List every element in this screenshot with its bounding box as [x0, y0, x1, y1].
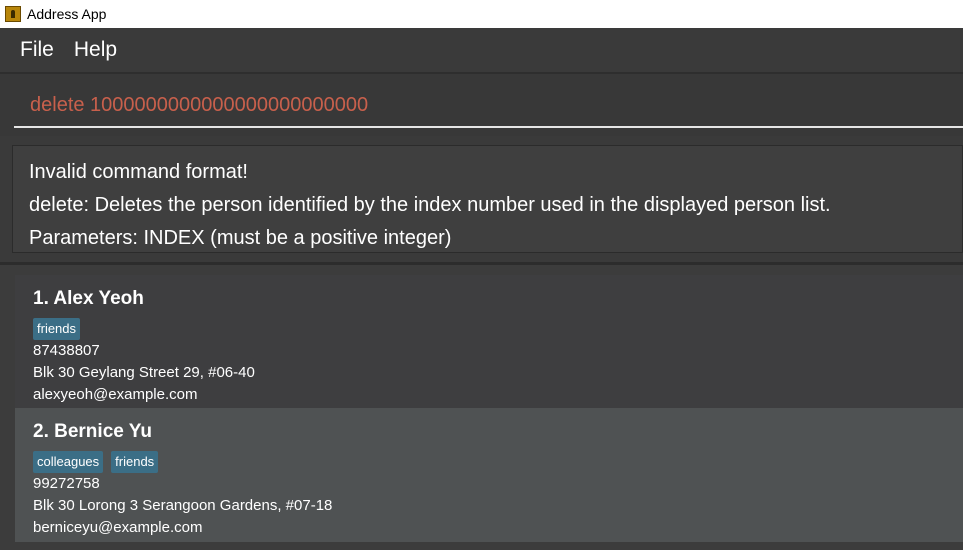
person-email: berniceyu@example.com [33, 519, 203, 536]
tag: friends [111, 451, 159, 473]
window-title: Address App [27, 6, 107, 22]
tag-list: colleagues friends [33, 451, 963, 473]
result-line-error: Invalid command format! [29, 161, 248, 183]
person-email: alexyeoh@example.com [33, 386, 198, 403]
result-display-container: Invalid command format! delete: Deletes … [0, 136, 963, 262]
command-box [0, 74, 963, 136]
person-phone: 87438807 [33, 342, 100, 359]
person-card[interactable]: 1. Alex Yeoh friends 87438807 Blk 30 Gey… [15, 275, 963, 408]
person-list[interactable]: 1. Alex Yeoh friends 87438807 Blk 30 Gey… [0, 265, 963, 550]
menu-file[interactable]: File [20, 38, 54, 62]
menu-help[interactable]: Help [74, 38, 117, 62]
person-name: 1. Alex Yeoh [33, 288, 144, 309]
menu-bar: File Help [0, 28, 963, 72]
person-card-selected[interactable]: 2. Bernice Yu colleagues friends 9927275… [15, 408, 963, 542]
person-phone: 99272758 [33, 475, 100, 492]
tag-list: friends [33, 318, 963, 340]
tag: colleagues [33, 451, 104, 473]
result-line-parameters: Parameters: INDEX (must be a positive in… [29, 227, 452, 249]
result-display: Invalid command format! delete: Deletes … [12, 145, 963, 253]
person-name: 2. Bernice Yu [33, 421, 152, 442]
tag: friends [33, 318, 81, 340]
command-input[interactable] [14, 84, 963, 128]
person-address: Blk 30 Geylang Street 29, #06-40 [33, 364, 255, 381]
title-bar: Address App [0, 0, 963, 28]
address-book-icon [5, 6, 21, 22]
result-line-usage: delete: Deletes the person identified by… [29, 194, 831, 216]
person-address: Blk 30 Lorong 3 Serangoon Gardens, #07-1… [33, 497, 333, 514]
